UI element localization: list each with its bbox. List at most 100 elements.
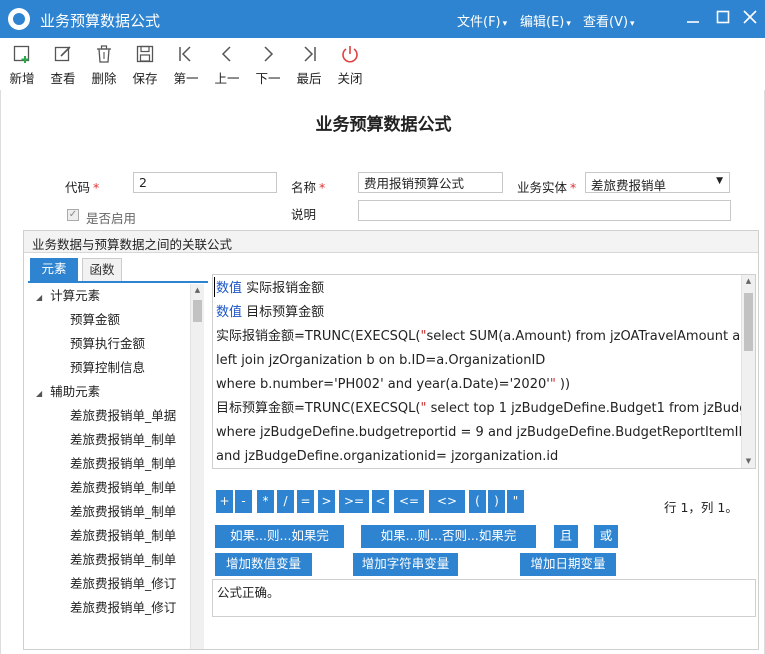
name-label-text: 名称 <box>291 180 317 195</box>
if-then-else-button[interactable]: 如果...则...否则...如果完 <box>361 525 536 548</box>
menu-file[interactable]: 文件(F) ▾ <box>457 11 507 30</box>
editor-scrollbar[interactable]: ▲ ▼ <box>741 275 755 468</box>
maximize-button[interactable] <box>710 6 736 32</box>
code-line-3: 实际报销金额=TRUNC(EXECSQL("select SUM(a.Amoun… <box>216 325 740 349</box>
entity-select-value: 差旅费报销单 <box>591 178 667 193</box>
tree-group-label: 计算元素 <box>50 288 101 303</box>
code-input[interactable] <box>133 172 277 193</box>
next-label: 下一 <box>255 71 281 86</box>
code-text: select SUM(a.Amount) from jzOATravelAmou… <box>426 329 741 344</box>
tree-item[interactable]: 差旅费报销单_制单 <box>70 452 176 476</box>
cursor-position: 行 1，列 1。 <box>664 500 738 515</box>
editor-scroll-thumb[interactable] <box>744 293 753 351</box>
scroll-up-arrow-icon[interactable]: ▲ <box>742 275 755 287</box>
minimize-button[interactable] <box>680 6 706 32</box>
or-button[interactable]: 或 <box>594 525 618 548</box>
close-button[interactable]: 关闭 <box>330 44 370 87</box>
entity-label-text: 业务实体 <box>517 180 568 195</box>
tree-item[interactable]: 预算控制信息 <box>70 356 145 380</box>
menu-edit-label: 编辑(E) <box>520 15 565 30</box>
code-text: where b.number='PH002' and year(a.Date)=… <box>216 377 550 392</box>
formula-editor[interactable]: 数值 实际报销金额 数值 目标预算金额 实际报销金额=TRUNC(EXECSQL… <box>212 274 756 469</box>
app-logo-icon <box>8 8 30 30</box>
view-label: 查看 <box>50 71 76 86</box>
op-less-equal-button[interactable]: <= <box>394 490 424 513</box>
tree-group-calc[interactable]: ◢ 计算元素 <box>36 284 100 308</box>
code-line-7: where jzBudgeDefine.budgetreportid = 9 a… <box>216 425 756 440</box>
tree-item[interactable]: 差旅费报销单_制单 <box>70 524 176 548</box>
op-left-paren-button[interactable]: ( <box>469 490 486 513</box>
menu-edit[interactable]: 编辑(E) ▾ <box>520 11 571 30</box>
first-button[interactable]: 第一 <box>166 44 206 87</box>
op-less-button[interactable]: < <box>372 490 389 513</box>
element-tree: ◢ 计算元素 预算金额 预算执行金额 预算控制信息 ◢ 辅助元素 差旅费报销单_单据… <box>28 284 208 649</box>
scroll-down-arrow-icon[interactable]: ▼ <box>742 455 755 467</box>
tree-item[interactable]: 预算执行金额 <box>70 332 145 356</box>
entity-select[interactable]: 差旅费报销单 ▼ <box>585 172 730 193</box>
required-mark: * <box>319 180 326 195</box>
next-button[interactable]: 下一 <box>248 44 288 87</box>
last-button[interactable]: 最后 <box>289 44 329 87</box>
tree-item[interactable]: 差旅费报销单_制单 <box>70 548 176 572</box>
enabled-checkbox[interactable]: ✓ <box>67 209 79 221</box>
if-then-button[interactable]: 如果...则...如果完 <box>215 525 344 548</box>
tree-item[interactable]: 差旅费报销单_制单 <box>70 500 176 524</box>
op-right-paren-button[interactable]: ) <box>488 490 505 513</box>
code-line-8: and jzBudgeDefine.organizationid= jzorga… <box>216 449 559 464</box>
tree-group-aux[interactable]: ◢ 辅助元素 <box>36 380 100 404</box>
expanded-triangle-icon: ◢ <box>36 293 43 302</box>
tree-scroll-thumb[interactable] <box>193 300 202 322</box>
menu-view[interactable]: 查看(V) ▾ <box>583 11 635 30</box>
code-text: 目标预算金额 <box>246 305 325 320</box>
new-label: 新增 <box>9 71 35 86</box>
scroll-up-arrow-icon[interactable]: ▲ <box>191 284 204 296</box>
description-input[interactable] <box>358 200 731 221</box>
tab-underline <box>28 281 208 283</box>
minimize-icon <box>687 21 699 23</box>
add-number-variable-button[interactable]: 增加数值变量 <box>215 553 312 576</box>
tab-functions[interactable]: 函数 <box>82 258 122 281</box>
code-label: 代码 * <box>65 177 99 196</box>
add-string-variable-button[interactable]: 增加字符串变量 <box>353 553 458 576</box>
work-area: 业务预算数据公式 代码* 名称* 业务实体* 差旅费报销单 ▼ ✓ 是否启用 说… <box>0 90 765 654</box>
title-bar: 业务预算数据公式 文件(F) ▾ 编辑(E) ▾ 查看(V) ▾ <box>0 0 765 38</box>
tab-elements[interactable]: 元素 <box>30 258 78 281</box>
delete-label: 删除 <box>91 71 117 86</box>
toolbar: 新增 查看 删除 保存 第一 上一 下一 最后 关闭 <box>0 38 765 90</box>
code-keyword: 数值 <box>216 281 243 296</box>
power-icon <box>342 46 358 63</box>
op-multiply-button[interactable]: * <box>257 490 274 513</box>
dropdown-arrow-icon: ▼ <box>716 176 723 186</box>
op-plus-button[interactable]: + <box>216 490 233 513</box>
delete-button[interactable]: 删除 <box>84 44 124 87</box>
tree-item[interactable]: 差旅费报销单_修订 <box>70 572 176 596</box>
tree-item[interactable]: 差旅费报销单_修订 <box>70 596 176 620</box>
previous-button[interactable]: 上一 <box>207 44 247 87</box>
code-line-4: left join jzOrganization b on b.ID=a.Org… <box>216 353 546 368</box>
close-icon <box>743 10 757 24</box>
op-equals-button[interactable]: = <box>297 490 314 513</box>
tree-scrollbar[interactable]: ▲ <box>190 284 204 649</box>
op-greater-equal-button[interactable]: >= <box>339 490 369 513</box>
op-greater-button[interactable]: > <box>318 490 335 513</box>
chevron-left-icon <box>221 46 231 62</box>
name-label: 名称 * <box>291 177 325 196</box>
tree-item[interactable]: 差旅费报销单_单据 <box>70 404 176 428</box>
tree-item[interactable]: 差旅费报销单_制单 <box>70 476 176 500</box>
op-divide-button[interactable]: / <box>277 490 294 513</box>
code-text: select top 1 jzBudgeDefine.Budget1 from … <box>426 401 756 416</box>
add-date-variable-button[interactable]: 增加日期变量 <box>520 553 616 576</box>
close-window-button[interactable] <box>737 6 763 32</box>
tree-item[interactable]: 预算金额 <box>70 308 120 332</box>
required-mark: * <box>93 180 100 195</box>
name-input[interactable] <box>358 172 503 193</box>
op-quote-button[interactable]: " <box>507 490 524 513</box>
tree-item[interactable]: 差旅费报销单_制单 <box>70 428 176 452</box>
op-minus-button[interactable]: - <box>235 490 252 513</box>
save-button[interactable]: 保存 <box>125 44 165 87</box>
and-button[interactable]: 且 <box>554 525 578 548</box>
new-button[interactable]: 新增 <box>2 44 42 87</box>
op-not-equal-button[interactable]: <> <box>429 490 465 513</box>
view-button[interactable]: 查看 <box>43 44 83 87</box>
menu-caret-icon: ▾ <box>566 19 571 29</box>
